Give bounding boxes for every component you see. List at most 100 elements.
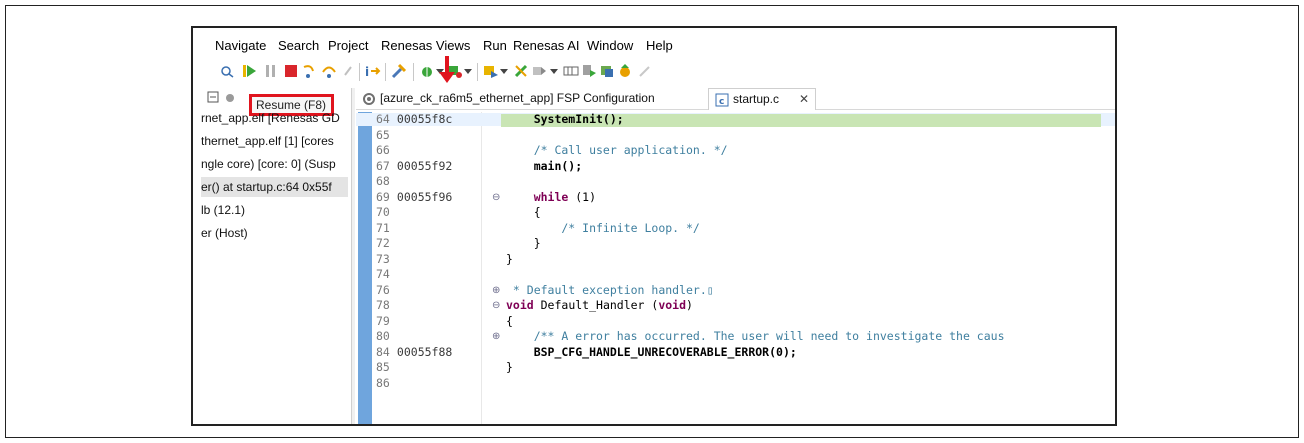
debug-tree-item-selected[interactable]: er() at startup.c:64 0x55f bbox=[201, 177, 348, 197]
debug-config-icon[interactable] bbox=[223, 91, 237, 105]
toolbar-separator bbox=[477, 63, 478, 81]
menu-project[interactable]: Project bbox=[328, 38, 368, 53]
toolbar-separator bbox=[385, 63, 386, 81]
fold-expand-icon[interactable]: ⊕ bbox=[492, 330, 500, 343]
code-line[interactable]: 70 { bbox=[356, 205, 1115, 219]
tab-fsp-configuration[interactable]: [azure_ck_ra6m5_ethernet_app] FSP Config… bbox=[358, 88, 698, 110]
code-line-current[interactable]: 64 00055f8c SystemInit(); bbox=[356, 112, 1115, 127]
code-text: { bbox=[506, 313, 513, 328]
tab-label: startup.c bbox=[733, 92, 780, 106]
step-over-icon[interactable] bbox=[321, 63, 337, 79]
fold-collapse-icon[interactable]: ⊖ bbox=[492, 191, 500, 204]
gear-icon bbox=[363, 93, 375, 105]
pen-icon[interactable] bbox=[637, 63, 653, 79]
menu-search[interactable]: Search bbox=[278, 38, 319, 53]
line-number: 85 bbox=[376, 360, 390, 374]
step-into-icon[interactable] bbox=[301, 63, 317, 79]
line-number: 66 bbox=[376, 143, 390, 157]
line-number: 74 bbox=[376, 267, 390, 281]
renesas-icon[interactable] bbox=[617, 63, 633, 79]
svg-text:i: i bbox=[365, 65, 369, 79]
skip-breakpoints-icon[interactable] bbox=[219, 63, 235, 79]
build-icon[interactable] bbox=[513, 63, 529, 79]
code-line[interactable]: 79 { bbox=[356, 313, 1115, 328]
tab-startup-c[interactable]: c startup.c ✕ bbox=[708, 88, 816, 110]
annotation-arrow-head bbox=[439, 72, 455, 83]
line-number: 76 bbox=[376, 282, 390, 297]
code-line[interactable]: 76 ⊕ * Default exception handler.▯ bbox=[356, 282, 1115, 297]
code-line[interactable]: 73} bbox=[356, 251, 1115, 266]
code-line[interactable]: 67 00055f92 main(); bbox=[356, 158, 1115, 173]
code-text: void Default_Handler (void) bbox=[506, 298, 693, 312]
connection-icon[interactable] bbox=[599, 63, 615, 79]
line-number: 86 bbox=[376, 375, 390, 390]
c-file-icon: c bbox=[715, 93, 729, 107]
editor-tabs: [azure_ck_ra6m5_ethernet_app] FSP Config… bbox=[356, 88, 1115, 110]
menu-renesas-ai[interactable]: Renesas AI bbox=[513, 38, 580, 53]
menu-window[interactable]: Window bbox=[587, 38, 633, 53]
step-return-icon[interactable] bbox=[341, 63, 357, 79]
suspend-icon[interactable] bbox=[263, 63, 279, 79]
debug-icon[interactable] bbox=[419, 63, 435, 79]
fold-collapse-icon[interactable]: ⊖ bbox=[492, 299, 500, 312]
code-text: } bbox=[506, 236, 541, 250]
resume-icon[interactable] bbox=[241, 63, 257, 79]
chevron-down-icon[interactable] bbox=[499, 63, 509, 79]
debug-tree-item[interactable]: thernet_app.elf [1] [cores bbox=[201, 131, 348, 151]
code-line[interactable]: 72 } bbox=[356, 236, 1115, 250]
menu-bar: Navigate Search Project Renesas Views Ru… bbox=[193, 34, 1115, 56]
code-text: /* Infinite Loop. */ bbox=[506, 220, 700, 235]
debug-tree-item[interactable]: ngle core) [core: 0] (Susp bbox=[201, 154, 348, 174]
ide-window: Navigate Search Project Renesas Views Ru… bbox=[191, 26, 1117, 426]
code-line[interactable]: 65 bbox=[356, 128, 1115, 142]
collapse-all-icon[interactable] bbox=[207, 91, 219, 103]
code-text: SystemInit(); bbox=[506, 112, 624, 126]
line-number: 72 bbox=[376, 236, 390, 250]
chevron-down-icon[interactable] bbox=[463, 63, 473, 79]
code-line[interactable]: 68 bbox=[356, 175, 1115, 188]
code-line[interactable]: 86 bbox=[356, 375, 1115, 390]
code-text: /* Call user application. */ bbox=[506, 143, 728, 157]
address: 00055f92 bbox=[390, 158, 453, 173]
menu-help[interactable]: Help bbox=[646, 38, 673, 53]
code-text: while (1) bbox=[533, 189, 597, 204]
code-text: { bbox=[506, 205, 541, 219]
toolbar-separator bbox=[359, 63, 360, 81]
external-tools-icon[interactable] bbox=[483, 63, 499, 79]
fsp-config-icon[interactable] bbox=[581, 63, 597, 79]
code-text: BSP_CFG_HANDLE_UNRECOVERABLE_ERROR(0); bbox=[506, 344, 797, 359]
code-line[interactable]: 66 /* Call user application. */ bbox=[356, 143, 1115, 157]
tools-icon[interactable] bbox=[391, 63, 407, 79]
code-line[interactable]: 69 00055f96 ⊖ while (1) bbox=[356, 189, 1115, 204]
editor-area: [azure_ck_ra6m5_ethernet_app] FSP Config… bbox=[356, 88, 1115, 424]
memory-icon[interactable] bbox=[563, 63, 579, 79]
code-line[interactable]: 85} bbox=[356, 360, 1115, 374]
code-line[interactable]: 71 /* Infinite Loop. */ bbox=[356, 220, 1115, 235]
chevron-down-icon[interactable] bbox=[549, 63, 559, 79]
debug-tree-item[interactable]: rnet_app.elf [Renesas GD bbox=[201, 108, 348, 128]
code-line[interactable]: 74 bbox=[356, 267, 1115, 281]
code-text: } bbox=[506, 251, 513, 266]
debug-view-panel: Resume (F8) rnet_app.elf [Renesas GD the… bbox=[193, 88, 348, 424]
code-text: * Default exception handler.▯ bbox=[506, 282, 714, 297]
line-number: 80 bbox=[376, 329, 390, 343]
menu-run[interactable]: Run bbox=[483, 38, 507, 53]
code-line[interactable]: 78 ⊖ void Default_Handler (void) bbox=[356, 298, 1115, 312]
debug-tree-item[interactable]: er (Host) bbox=[201, 223, 348, 243]
fold-expand-icon[interactable]: ⊕ bbox=[492, 284, 500, 297]
next-annotation-icon[interactable] bbox=[531, 63, 547, 79]
address: 00055f88 bbox=[390, 344, 453, 359]
line-number: 70 bbox=[376, 205, 390, 219]
close-icon[interactable]: ✕ bbox=[799, 89, 809, 110]
menu-navigate[interactable]: Navigate bbox=[215, 38, 266, 53]
address: 00055f96 bbox=[390, 189, 453, 204]
tab-label: [azure_ck_ra6m5_ethernet_app] FSP Config… bbox=[380, 91, 655, 105]
instruction-stepping-icon[interactable]: i bbox=[365, 63, 381, 79]
code-line[interactable]: 84 00055f88 BSP_CFG_HANDLE_UNRECOVERABLE… bbox=[356, 344, 1115, 359]
terminate-icon[interactable] bbox=[283, 63, 299, 79]
code-line[interactable]: 80 ⊕ /** A error has occurred. The user w… bbox=[356, 329, 1115, 343]
panel-divider[interactable] bbox=[351, 88, 355, 424]
menu-renesas-views[interactable]: Renesas Views bbox=[381, 38, 470, 53]
debug-tree-item[interactable]: lb (12.1) bbox=[201, 200, 348, 220]
code-view[interactable]: 64 00055f8c SystemInit(); 65 66 /* Call us… bbox=[356, 112, 1115, 424]
